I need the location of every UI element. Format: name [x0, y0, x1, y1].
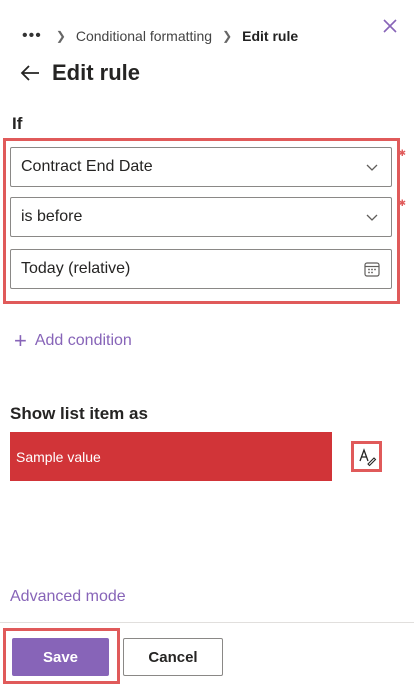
- sample-value-preview: Sample value: [10, 432, 332, 481]
- add-condition-label: Add condition: [34, 332, 132, 349]
- required-mark: ✱: [398, 148, 406, 158]
- operator-dropdown[interactable]: is before: [10, 197, 392, 237]
- title-row: Edit rule: [18, 60, 140, 86]
- format-edit-button[interactable]: [351, 441, 382, 472]
- more-icon[interactable]: •••: [22, 27, 42, 45]
- page-title: Edit rule: [52, 60, 141, 85]
- value-date-picker[interactable]: Today (relative): [10, 249, 392, 289]
- required-mark: ✱: [398, 198, 406, 208]
- operator-value: is before: [21, 208, 83, 225]
- value-text: Today (relative): [21, 260, 131, 277]
- sample-value-text: Sample value: [16, 448, 101, 465]
- back-arrow-icon[interactable]: [18, 61, 42, 85]
- if-label: If: [12, 114, 23, 133]
- format-edit-icon: [358, 447, 376, 466]
- calendar-icon[interactable]: [363, 260, 381, 278]
- field-dropdown[interactable]: Contract End Date: [10, 147, 392, 187]
- advanced-mode-link[interactable]: Advanced mode: [10, 588, 126, 606]
- footer-divider: [0, 622, 414, 623]
- add-condition-button[interactable]: + Add condition: [14, 330, 132, 352]
- field-value: Contract End Date: [21, 158, 153, 175]
- close-icon[interactable]: [380, 16, 400, 36]
- chevron-down-icon: [363, 158, 381, 176]
- cancel-button[interactable]: Cancel: [123, 638, 223, 676]
- chevron-right-icon: ❯: [55, 29, 66, 43]
- chevron-right-icon: ❯: [222, 29, 233, 43]
- breadcrumb-current: Edit rule: [242, 28, 299, 44]
- plus-icon: +: [14, 328, 27, 353]
- chevron-down-icon: [363, 208, 381, 226]
- show-list-item-label: Show list item as: [10, 404, 148, 423]
- breadcrumb: ••• ❯ Conditional formatting ❯ Edit rule: [22, 26, 308, 46]
- breadcrumb-conditional-formatting[interactable]: Conditional formatting: [76, 28, 212, 44]
- save-button[interactable]: Save: [12, 638, 109, 676]
